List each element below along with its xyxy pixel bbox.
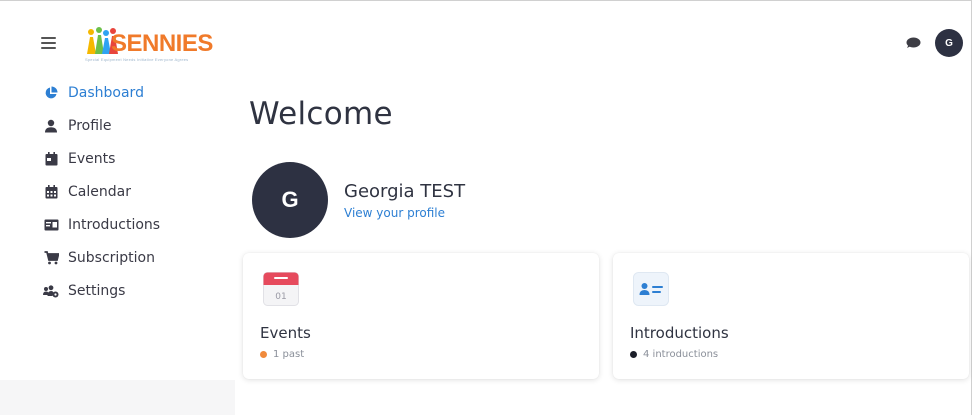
status-dot: [260, 351, 267, 358]
sidebar-item-label: Subscription: [68, 250, 155, 266]
chat-bubble-icon[interactable]: [905, 37, 921, 49]
card-meta-text: 1 past: [273, 349, 305, 360]
page-title: Welcome: [249, 96, 393, 132]
logo-text: SENNIES: [111, 30, 213, 57]
logo-tagline: Special Equipment Needs Initiative Every…: [85, 57, 189, 62]
shopping-cart-icon: [43, 250, 59, 266]
user-avatar[interactable]: G: [935, 29, 963, 57]
sidebar-bottom: [0, 380, 235, 415]
card-meta: 1 past: [260, 349, 304, 360]
sidebar-item-events[interactable]: Events: [43, 147, 213, 171]
sidebar-item-dashboard[interactable]: Dashboard: [43, 81, 213, 105]
sidebar-item-calendar[interactable]: Calendar: [43, 180, 213, 204]
user-icon: [43, 118, 59, 134]
profile-name: Georgia TEST: [344, 181, 466, 202]
sidebar-item-label: Dashboard: [68, 85, 144, 101]
calendar-icon: 01: [263, 272, 299, 306]
card-title: Introductions: [630, 324, 729, 342]
sidebar-item-profile[interactable]: Profile: [43, 114, 213, 138]
sidebar-item-label: Events: [68, 151, 116, 167]
sidebar-item-subscription[interactable]: Subscription: [43, 246, 213, 270]
card-meta-text: 4 introductions: [643, 349, 719, 360]
status-dot: [630, 351, 637, 358]
id-card-icon: [43, 217, 59, 233]
profile-avatar: G: [252, 162, 328, 238]
users-gear-icon: [43, 283, 59, 299]
introductions-card[interactable]: Introductions 4 introductions: [613, 253, 969, 379]
calendar-day-icon: [43, 151, 59, 167]
sidebar-item-label: Profile: [68, 118, 112, 134]
sidebar-item-settings[interactable]: Settings: [43, 279, 213, 303]
sidebar-item-label: Calendar: [68, 184, 131, 200]
calendar-grid-icon: [43, 184, 59, 200]
card-meta: 4 introductions: [630, 349, 718, 360]
contact-card-icon: [633, 272, 669, 306]
pie-chart-icon: [43, 85, 59, 101]
hamburger-menu-icon[interactable]: [41, 37, 56, 49]
app-logo[interactable]: SENNIES Special Equipment Needs Initiati…: [84, 27, 214, 65]
sidebar-item-introductions[interactable]: Introductions: [43, 213, 213, 237]
view-profile-link[interactable]: View your profile: [344, 206, 445, 220]
card-title: Events: [260, 324, 311, 342]
top-bar: SENNIES Special Equipment Needs Initiati…: [0, 1, 971, 65]
sidebar-item-label: Settings: [68, 283, 126, 299]
events-card[interactable]: 01 Events 1 past: [243, 253, 599, 379]
calendar-icon-day: 01: [275, 292, 286, 302]
sidebar-item-label: Introductions: [68, 217, 161, 233]
